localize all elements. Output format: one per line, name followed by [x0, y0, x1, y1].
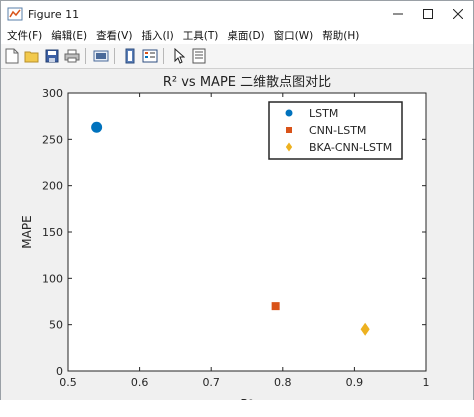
menu-view[interactable]: 查看(V): [93, 28, 135, 43]
y-tick-label: 0: [56, 365, 63, 378]
menu-bar: 文件(F) 编辑(E) 查看(V) 插入(I) 工具(T) 桌面(D) 窗口(W…: [1, 27, 473, 44]
property-inspector-icon: [192, 48, 206, 64]
menu-edit[interactable]: 编辑(E): [48, 28, 90, 43]
y-tick-label: 300: [42, 87, 63, 100]
legend-label: CNN-LSTM: [309, 124, 366, 137]
y-tick-label: 150: [42, 226, 63, 239]
figure-toolbar: [1, 44, 473, 69]
data-point-lstm[interactable]: [91, 121, 103, 133]
x-tick-label: 0.7: [202, 376, 220, 389]
open-file-icon: [24, 51, 39, 63]
legend[interactable]: LSTM CNN-LSTM BKA-CNN-LSTM: [268, 101, 403, 160]
toolbar-separator: [85, 48, 86, 64]
menu-insert[interactable]: 插入(I): [138, 28, 176, 43]
background-desktop: [0, 400, 474, 417]
save-button[interactable]: [43, 47, 61, 65]
toolbar-separator: [114, 48, 115, 64]
menu-window[interactable]: 窗口(W): [271, 28, 317, 43]
figure-window: Figure 11 文件(F) 编辑(E) 查看(V) 插入(I) 工具(T) …: [0, 0, 474, 411]
close-icon: [453, 9, 463, 19]
data-point-cnn-lstm[interactable]: [271, 302, 280, 311]
new-figure-button[interactable]: [3, 47, 21, 65]
x-tick-label: 1: [423, 376, 430, 389]
menu-file[interactable]: 文件(F): [4, 28, 45, 43]
property-inspector-button[interactable]: [190, 47, 208, 65]
x-tick-label: 0.6: [131, 376, 149, 389]
figure-canvas: R² vs MAPE 二维散点图对比 0.5 0.6 0.7 0.8 0.9 1 0 50 1…: [1, 69, 473, 411]
maximize-icon: [423, 9, 433, 19]
x-tick-label: 0.8: [274, 376, 292, 389]
menu-desktop[interactable]: 桌面(D): [224, 28, 267, 43]
x-tick-label: 0.9: [346, 376, 364, 389]
toolbar-separator: [163, 48, 164, 64]
y-tick-label: 100: [42, 272, 63, 285]
pointer-icon: [174, 48, 185, 64]
open-file-button[interactable]: [23, 47, 41, 65]
close-button[interactable]: [443, 1, 473, 27]
legend-marker[interactable]: [286, 127, 292, 133]
minimize-icon: [393, 13, 403, 15]
menu-tools[interactable]: 工具(T): [180, 28, 222, 43]
menu-help[interactable]: 帮助(H): [319, 28, 362, 43]
legend-icon: [142, 49, 158, 63]
print-icon: [64, 49, 80, 63]
maximize-button[interactable]: [413, 1, 443, 27]
link-plot-button[interactable]: [92, 47, 110, 65]
y-tick-label: 50: [49, 319, 63, 332]
colorbar-button[interactable]: [121, 47, 139, 65]
pointer-button[interactable]: [170, 47, 188, 65]
scatter-chart: R² vs MAPE 二维散点图对比 0.5 0.6 0.7 0.8 0.9 1 0501…: [20, 75, 430, 411]
y-tick-label: 200: [42, 180, 63, 193]
new-figure-icon: [5, 48, 19, 64]
link-plot-icon: [93, 50, 109, 62]
print-button[interactable]: [63, 47, 81, 65]
legend-label: LSTM: [309, 107, 338, 120]
matlab-figure-icon: [7, 7, 23, 21]
chart-title: R² vs MAPE 二维散点图对比: [163, 75, 331, 90]
y-tick-label: 250: [42, 133, 63, 146]
colorbar-icon: [125, 48, 135, 64]
legend-marker[interactable]: [285, 109, 293, 117]
save-icon: [45, 49, 59, 63]
window-title: Figure 11: [28, 7, 80, 21]
legend-button[interactable]: [141, 47, 159, 65]
title-bar[interactable]: Figure 11: [1, 1, 473, 27]
minimize-button[interactable]: [383, 1, 413, 27]
legend-label: BKA-CNN-LSTM: [309, 141, 392, 154]
y-axis-label: MAPE: [20, 215, 34, 248]
